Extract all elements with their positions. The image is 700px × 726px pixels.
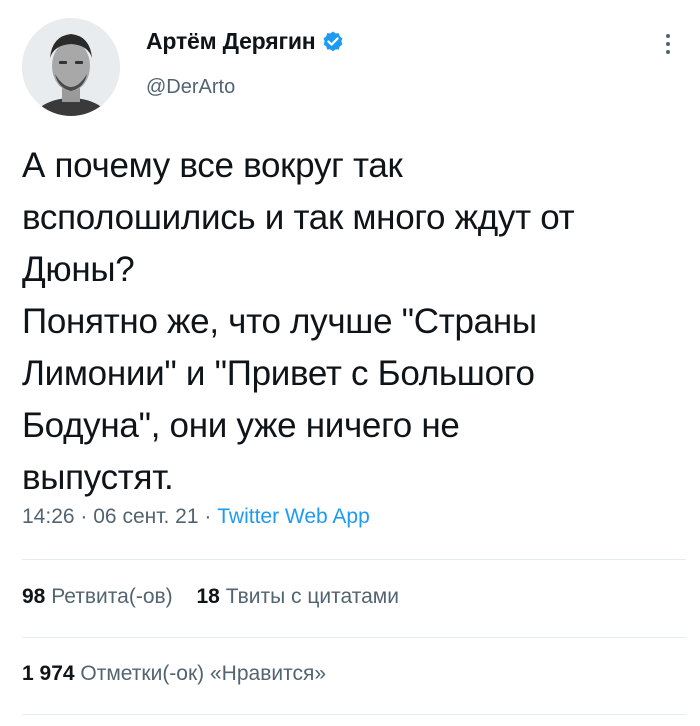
divider <box>22 637 686 638</box>
tweet-page: Артём Дерягин @DerArto А почему все вокр… <box>0 0 700 726</box>
tweet-text: А почему все вокруг так всполошились и т… <box>22 146 575 497</box>
quotes-label: Твиты с цитатами <box>225 585 399 608</box>
quotes-stat[interactable]: 18 Твиты с цитатами <box>197 585 399 608</box>
author-name-row: Артём Дерягин <box>146 28 345 55</box>
meta-separator: · <box>204 505 212 528</box>
stats-row-likes: 1 974 Отметки(-ок) «Нравится» <box>22 662 344 686</box>
author-handle[interactable]: @DerArto <box>146 76 235 99</box>
retweets-count: 98 <box>22 585 46 608</box>
tweet-time[interactable]: 14:26 <box>22 505 75 528</box>
tweet-date[interactable]: 06 сент. 21 <box>93 505 198 528</box>
retweets-stat[interactable]: 98 Ретвита(-ов) <box>22 585 173 608</box>
retweets-label: Ретвита(-ов) <box>51 585 173 608</box>
avatar[interactable] <box>22 18 120 116</box>
divider <box>22 559 686 560</box>
avatar-photo-icon <box>22 18 120 116</box>
likes-stat[interactable]: 1 974 Отметки(-ок) «Нравится» <box>22 662 326 685</box>
tweet-source-link[interactable]: Twitter Web App <box>217 505 370 528</box>
likes-label: Отметки(-ок) «Нравится» <box>80 662 327 685</box>
author-display-name[interactable]: Артём Дерягин <box>146 28 316 55</box>
tweet-meta: 14:26 · 06 сент. 21 · Twitter Web App <box>22 505 370 529</box>
quotes-count: 18 <box>196 585 220 608</box>
likes-count: 1 974 <box>22 662 75 685</box>
stats-row-retweets: 98 Ретвита(-ов) 18 Твиты с цитатами <box>22 585 417 609</box>
verified-badge-icon <box>321 30 345 54</box>
more-options-icon[interactable] <box>656 26 680 66</box>
divider <box>22 714 686 715</box>
meta-separator: · <box>80 505 88 528</box>
